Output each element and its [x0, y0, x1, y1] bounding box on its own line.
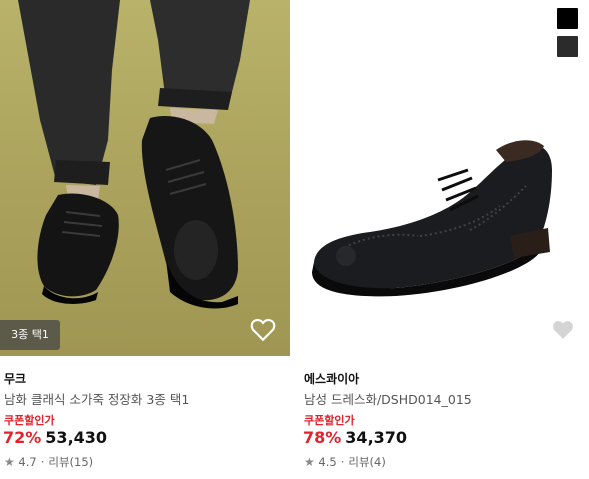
price-row: 78% 34,370	[303, 428, 407, 447]
coupon-label: 쿠폰할인가	[304, 414, 355, 427]
discount-rate: 72%	[3, 428, 42, 447]
product-card[interactable]: 에스콰이아 남성 드레스화/DSHD014_015 쿠폰할인가 78% 34,37…	[300, 0, 589, 479]
product-name[interactable]: 남화 클래식 소가죽 정장화 3종 택1	[4, 389, 189, 408]
product-name[interactable]: 남성 드레스화/DSHD014_015	[304, 389, 472, 408]
product-card[interactable]: 3종 택1 무크 남화 클래식 소가죽 정장화 3종 택1 쿠폰할인가 72% 5…	[0, 0, 290, 479]
shoe-photo	[18, 0, 250, 309]
discount-rate: 78%	[303, 428, 342, 447]
sale-price: 34,370	[345, 428, 408, 447]
shoe-photo	[312, 140, 552, 297]
sale-price: 53,430	[45, 428, 108, 447]
product-grid: 3종 택1 무크 남화 클래식 소가죽 정장화 3종 택1 쿠폰할인가 72% 5…	[0, 0, 589, 479]
review-count: 리뷰(15)	[48, 455, 94, 469]
review-count: 리뷰(4)	[348, 455, 386, 469]
rating-row: ★ 4.7 · 리뷰(15)	[4, 454, 93, 470]
separator-dot: ·	[340, 455, 345, 469]
separator-dot: ·	[40, 455, 45, 469]
brand-name: 에스콰이아	[304, 372, 360, 386]
color-swatch-black[interactable]	[557, 8, 578, 29]
heart-icon[interactable]	[250, 318, 276, 342]
product-image[interactable]	[0, 0, 290, 356]
color-swatch-charcoal[interactable]	[557, 36, 578, 57]
rating-row: ★ 4.5 · 리뷰(4)	[304, 454, 386, 470]
product-image[interactable]	[300, 0, 589, 356]
option-count-badge: 3종 택1	[0, 320, 60, 350]
brand-name: 무크	[4, 372, 27, 386]
coupon-label: 쿠폰할인가	[4, 414, 55, 427]
star-icon: ★	[4, 455, 15, 469]
price-row: 72% 53,430	[3, 428, 107, 447]
heart-icon[interactable]	[552, 320, 574, 340]
rating-score: 4.5	[318, 455, 337, 469]
star-icon: ★	[304, 455, 315, 469]
rating-score: 4.7	[18, 455, 37, 469]
